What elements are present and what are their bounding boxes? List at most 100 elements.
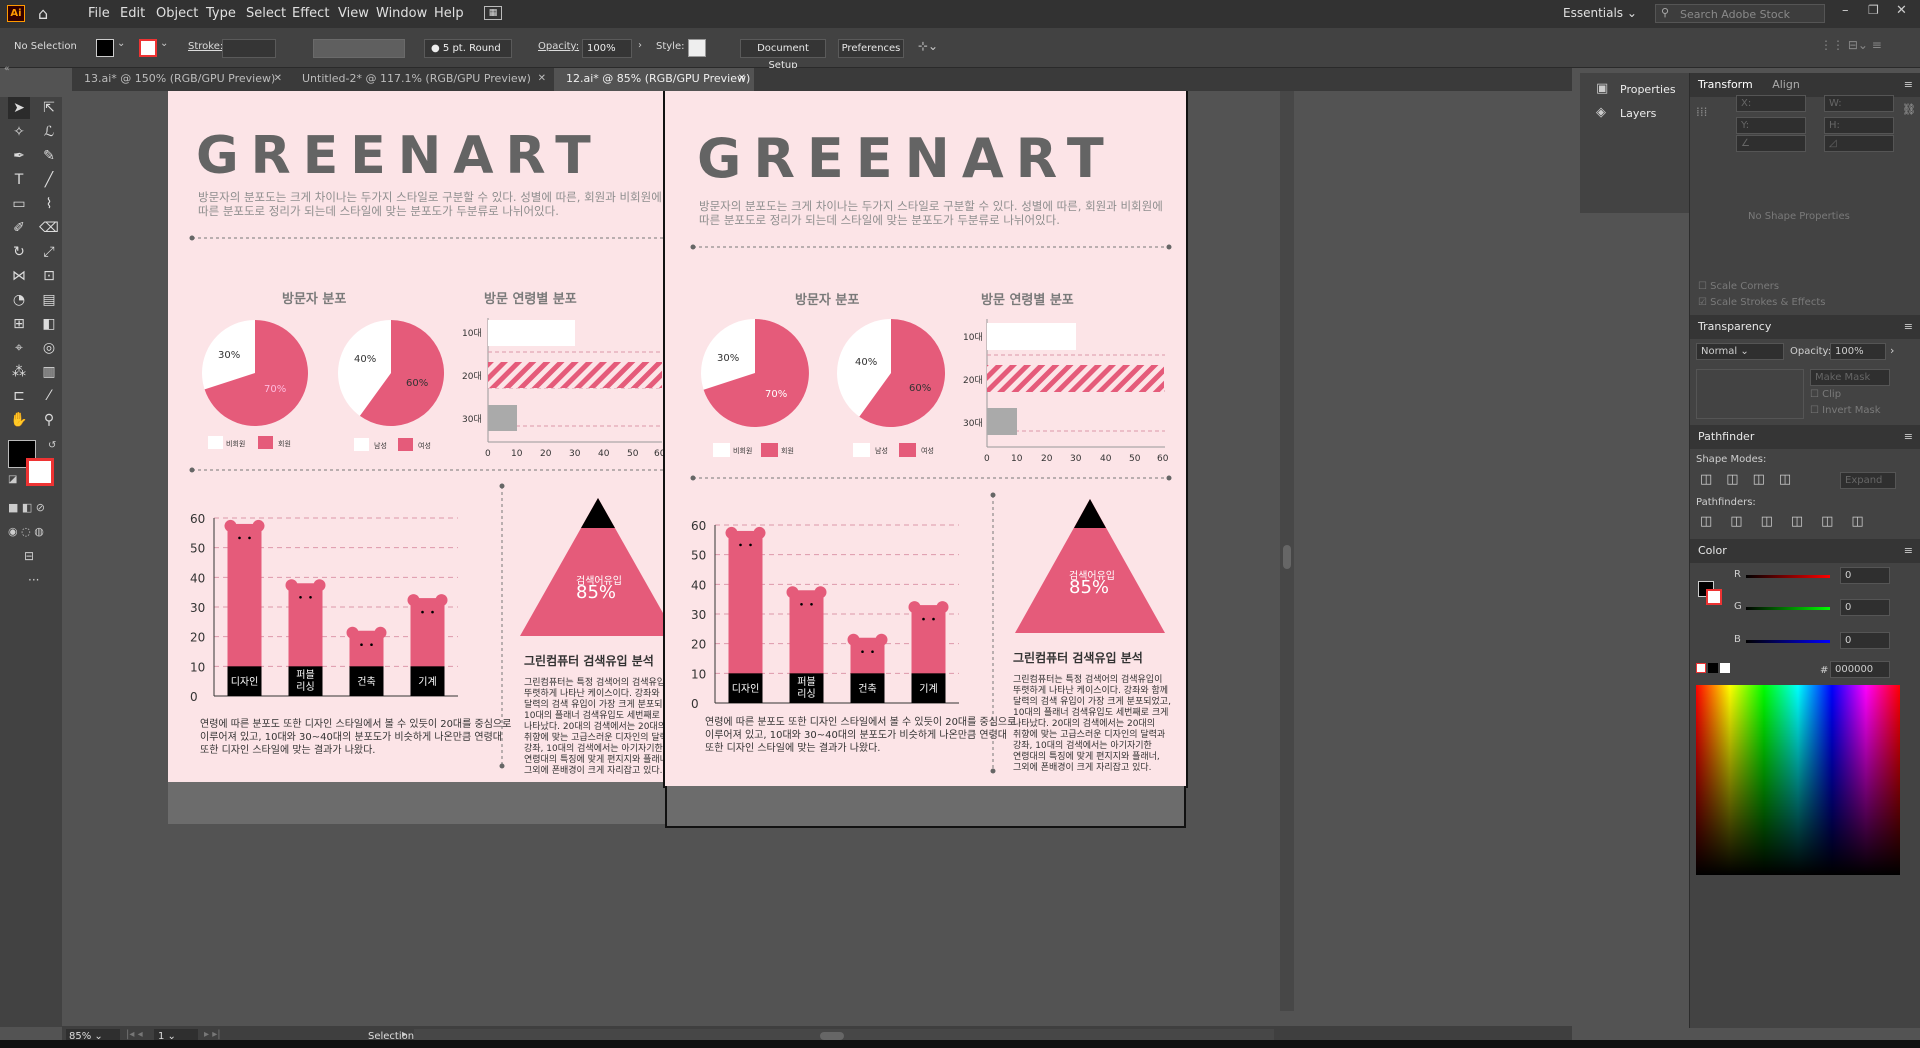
- opacity-arrow-icon[interactable]: ›: [638, 40, 642, 51]
- tab-transform[interactable]: Transform: [1698, 78, 1753, 91]
- perspective-grid-tool-icon[interactable]: ▤: [38, 289, 60, 311]
- menu-view[interactable]: View: [338, 6, 369, 21]
- menu-window[interactable]: Window: [376, 6, 427, 21]
- column-graph-tool-icon[interactable]: ▥: [38, 361, 60, 383]
- opacity-field[interactable]: 100%: [582, 39, 632, 58]
- pathfinder-icons[interactable]: ◫◫◫◫◫◫: [1700, 514, 1882, 529]
- layers-icon[interactable]: ◈: [1596, 105, 1606, 120]
- variable-width-field[interactable]: [313, 39, 405, 58]
- scroll-thumb[interactable]: [820, 1032, 844, 1040]
- collapse-left-icon[interactable]: «: [4, 64, 10, 74]
- scale-tool-icon[interactable]: ⤢: [38, 241, 60, 263]
- layers-tab[interactable]: Layers: [1620, 107, 1656, 120]
- properties-icon[interactable]: ▣: [1596, 81, 1608, 96]
- shape-mode-icons[interactable]: ◫◫◫◫: [1700, 472, 1805, 487]
- stroke-dropdown-icon[interactable]: ⌄: [160, 38, 168, 49]
- h-field[interactable]: H:: [1824, 117, 1894, 134]
- home-icon[interactable]: ⌂: [38, 4, 48, 23]
- arrange-icon[interactable]: ⋮⋮ ⊟⌄ ≡: [1820, 38, 1882, 52]
- r-slider[interactable]: [1746, 575, 1830, 578]
- search-field[interactable]: ⚲ Search Adobe Stock: [1655, 4, 1825, 23]
- transparency-panel-header[interactable]: Transparency ≡: [1690, 315, 1920, 339]
- tab-pathfinder[interactable]: Pathfinder: [1698, 430, 1754, 443]
- status-menu-icon[interactable]: ▸: [402, 1029, 407, 1040]
- g-slider[interactable]: [1746, 607, 1830, 610]
- tab-12ai[interactable]: 12.ai* @ 85% (RGB/GPU Preview) ✕: [554, 68, 754, 91]
- document-setup-button[interactable]: Document Setup: [740, 39, 826, 71]
- rotate-tool-icon[interactable]: ↻: [8, 241, 30, 263]
- r-field[interactable]: 0: [1840, 567, 1890, 584]
- close-icon[interactable]: ✕: [538, 68, 546, 90]
- tab-13ai[interactable]: 13.ai* @ 150% (RGB/GPU Preview) ✕: [72, 68, 290, 91]
- panel-menu-icon[interactable]: ≡: [1904, 73, 1913, 97]
- zoom-tool-icon[interactable]: ⚲: [38, 409, 60, 431]
- transform-panel-header[interactable]: Transform Align ≡: [1690, 73, 1920, 97]
- blend-tool-icon[interactable]: ◎: [38, 337, 60, 359]
- artboard-nav-icon[interactable]: |◂ ◂: [126, 1029, 143, 1040]
- none-color-icon[interactable]: [1696, 663, 1706, 673]
- symbol-sprayer-tool-icon[interactable]: ⁂: [8, 361, 30, 383]
- scale-strokes-checkbox[interactable]: ☑ Scale Strokes & Effects: [1698, 297, 1825, 308]
- menu-edit[interactable]: Edit: [120, 6, 145, 21]
- workspace-switcher[interactable]: Essentials ⌄: [1563, 6, 1637, 20]
- maximize-icon[interactable]: ❐: [1868, 3, 1879, 17]
- color-spectrum[interactable]: [1696, 685, 1900, 875]
- artboard-right[interactable]: GREENART 방문자의 분포도는 크게 차이나는 두가지 스타일로 구분할 …: [663, 91, 1188, 788]
- close-icon[interactable]: ✕: [274, 68, 282, 90]
- scale-corners-checkbox[interactable]: ☐ Scale Corners: [1698, 281, 1779, 292]
- selection-tool-icon[interactable]: ➤: [8, 97, 30, 119]
- lasso-tool-icon[interactable]: ℒ: [38, 121, 60, 143]
- expand-button[interactable]: Expand: [1840, 472, 1896, 489]
- black-color-icon[interactable]: [1708, 663, 1718, 673]
- clip-checkbox[interactable]: ☐ Clip: [1810, 389, 1841, 400]
- arrange-documents-icon[interactable]: ▦: [484, 6, 502, 20]
- gradient-tool-icon[interactable]: ◧: [38, 313, 60, 335]
- artboard-tool-icon[interactable]: ⊏: [8, 385, 30, 407]
- type-tool-icon[interactable]: T: [8, 169, 30, 191]
- close-icon[interactable]: ✕: [738, 68, 746, 90]
- default-colors-icon[interactable]: ◪: [8, 474, 17, 485]
- paintbrush-tool-icon[interactable]: ⌇: [38, 193, 60, 215]
- panel-menu-icon[interactable]: ≡: [1904, 315, 1913, 339]
- fill-swatch[interactable]: [96, 39, 114, 57]
- shape-builder-tool-icon[interactable]: ◔: [8, 289, 30, 311]
- pen-tool-icon[interactable]: ✒: [8, 145, 30, 167]
- w-field[interactable]: W:: [1824, 95, 1894, 112]
- panel-menu-icon[interactable]: ≡: [1904, 425, 1913, 449]
- g-field[interactable]: 0: [1840, 599, 1890, 616]
- screen-mode-icon[interactable]: ⊟: [24, 549, 34, 563]
- properties-tab[interactable]: Properties: [1620, 83, 1676, 96]
- tab-transparency[interactable]: Transparency: [1698, 320, 1771, 333]
- tab-untitled-2[interactable]: Untitled-2* @ 117.1% (RGB/GPU Preview) ✕: [290, 68, 554, 91]
- more-tools-icon[interactable]: ···: [28, 573, 39, 587]
- fill-dropdown-icon[interactable]: ⌄: [117, 38, 125, 49]
- swap-icon[interactable]: ↺: [48, 440, 56, 451]
- menu-effect[interactable]: Effect: [292, 6, 329, 21]
- slice-tool-icon[interactable]: ⁄: [38, 385, 60, 407]
- white-color-icon[interactable]: [1720, 663, 1730, 673]
- eraser-tool-icon[interactable]: ⌫: [38, 217, 60, 239]
- panel-menu-icon[interactable]: ≡: [1904, 539, 1913, 563]
- color-mode-icon[interactable]: ■ ◧ ⊘: [8, 501, 45, 514]
- transparency-opacity-field[interactable]: 100%: [1830, 343, 1886, 360]
- hand-tool-icon[interactable]: ✋: [8, 409, 30, 431]
- draw-mode-icon[interactable]: ◉ ◌ ◍: [8, 525, 44, 538]
- menu-file[interactable]: File: [88, 6, 110, 21]
- menu-type[interactable]: Type: [206, 6, 236, 21]
- mesh-tool-icon[interactable]: ⊞: [8, 313, 30, 335]
- stroke-color-icon[interactable]: [26, 458, 54, 486]
- style-swatch[interactable]: [688, 39, 706, 57]
- color-panel-header[interactable]: Color ≡: [1690, 539, 1920, 563]
- reference-point-icon[interactable]: ⁞⁞⁞: [1696, 105, 1707, 119]
- shear-field[interactable]: ◿: [1824, 135, 1894, 152]
- line-tool-icon[interactable]: ╱: [38, 169, 60, 191]
- vertical-scrollbar[interactable]: [1280, 91, 1294, 1011]
- magic-wand-tool-icon[interactable]: ✧: [8, 121, 30, 143]
- rotate-field[interactable]: ∠: [1736, 135, 1806, 152]
- opacity-label[interactable]: Opacity:: [538, 41, 579, 52]
- preferences-button[interactable]: Preferences: [838, 39, 904, 58]
- stroke-label[interactable]: Stroke:: [188, 41, 223, 52]
- y-field[interactable]: Y:: [1736, 117, 1806, 134]
- stroke-weight-field[interactable]: [222, 39, 276, 58]
- canvas[interactable]: GREENART 방문자의 분포도는 크게 차이나는 두가지 스타일로 구분할 …: [62, 91, 1572, 1026]
